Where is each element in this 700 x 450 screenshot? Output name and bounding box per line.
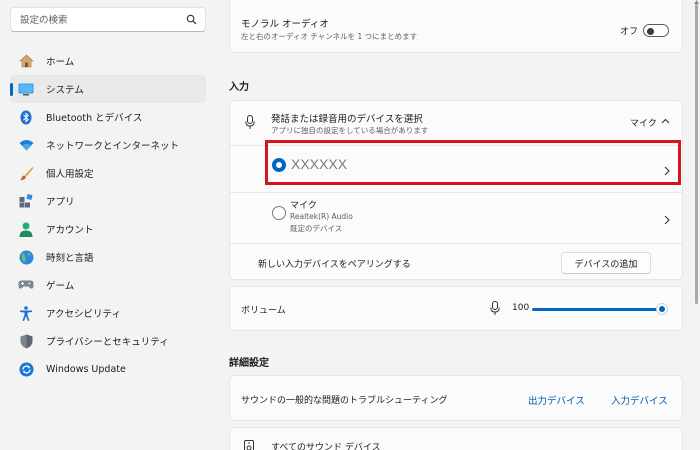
sidebar-item-privacy[interactable]: プライバシーとセキュリティ bbox=[10, 327, 206, 355]
volume-slider-track bbox=[532, 308, 662, 311]
mono-audio-description: 左と右のオーディオ チャンネルを 1 つにまとめます bbox=[241, 32, 418, 41]
pair-device-label: 新しい入力デバイスをペアリングする bbox=[258, 260, 411, 270]
all-sound-devices-card[interactable]: すべてのサウンド デバイス bbox=[229, 427, 683, 450]
sidebar-item-network[interactable]: ネットワークとインターネット bbox=[10, 131, 206, 159]
sidebar-item-label: Windows Update bbox=[46, 363, 126, 375]
sidebar-item-accessibility[interactable]: アクセシビリティ bbox=[10, 299, 206, 327]
troubleshoot-card: サウンドの一般的な問題のトラブルシューティング 出力デバイス 入力デバイス bbox=[229, 375, 683, 421]
device-radio[interactable] bbox=[272, 206, 286, 220]
bluetooth-icon bbox=[18, 109, 34, 125]
speaker-icon bbox=[244, 440, 254, 450]
search-icon[interactable] bbox=[186, 14, 197, 25]
input-device-card: 発話または録音用のデバイスを選択 アプリに独自の設定をしている場合があります マ… bbox=[229, 100, 683, 280]
chevron-up-icon[interactable] bbox=[661, 118, 670, 124]
active-indicator bbox=[10, 83, 13, 96]
home-icon bbox=[18, 53, 34, 69]
select-device-title: 発話または録音用のデバイスを選択 bbox=[271, 114, 423, 125]
sidebar-item-accounts[interactable]: アカウント bbox=[10, 215, 206, 243]
sidebar-item-label: ゲーム bbox=[46, 281, 75, 292]
search-box[interactable] bbox=[10, 7, 206, 32]
input-section-heading: 入力 bbox=[229, 82, 249, 93]
search-input[interactable] bbox=[11, 9, 176, 32]
add-device-button[interactable]: デバイスの追加 bbox=[561, 252, 651, 274]
sidebar-item-windows-update[interactable]: Windows Update bbox=[10, 355, 206, 383]
sidebar-item-apps[interactable]: アプリ bbox=[10, 187, 206, 215]
sidebar-item-bluetooth[interactable]: Bluetooth とデバイス bbox=[10, 103, 206, 131]
device-name: マイク bbox=[290, 201, 317, 211]
brush-icon bbox=[18, 165, 34, 181]
sidebar-item-label: 時刻と言語 bbox=[46, 253, 94, 264]
chevron-right-icon[interactable] bbox=[663, 215, 671, 225]
scrollbar-thumb[interactable] bbox=[695, 4, 698, 304]
gamepad-icon bbox=[18, 277, 34, 293]
globe-icon bbox=[18, 249, 34, 265]
sidebar-item-label: アクセシビリティ bbox=[46, 309, 121, 320]
select-device-row[interactable]: 発話または録音用のデバイスを選択 アプリに独自の設定をしている場合があります マ… bbox=[230, 101, 682, 145]
select-device-value: マイク bbox=[630, 119, 657, 129]
device-detail: Realtek(R) Audio bbox=[290, 212, 353, 221]
all-sound-devices-label: すべてのサウンド デバイス bbox=[271, 443, 381, 450]
volume-slider-thumb[interactable] bbox=[656, 303, 668, 315]
apps-icon bbox=[18, 193, 34, 209]
sidebar-item-label: システム bbox=[46, 85, 84, 96]
advanced-section-heading: 詳細設定 bbox=[229, 358, 269, 369]
sidebar-item-personalization[interactable]: 個人用設定 bbox=[10, 159, 206, 187]
mono-audio-card: モノラル オーディオ 左と右のオーディオ チャンネルを 1 つにまとめます オフ bbox=[229, 0, 683, 53]
output-device-link[interactable]: 出力デバイス bbox=[528, 393, 585, 407]
sidebar-item-label: 個人用設定 bbox=[46, 169, 94, 180]
system-icon bbox=[18, 81, 34, 97]
accessibility-icon bbox=[18, 305, 34, 321]
volume-slider[interactable] bbox=[532, 301, 670, 317]
sidebar-item-label: プライバシーとセキュリティ bbox=[46, 337, 169, 348]
pair-device-row: 新しい入力デバイスをペアリングする デバイスの追加 bbox=[230, 244, 682, 280]
sidebar-item-label: ネットワークとインターネット bbox=[46, 141, 180, 152]
device-option-mic[interactable]: マイク Realtek(R) Audio 既定のデバイス bbox=[230, 193, 682, 243]
mono-audio-state: オフ bbox=[620, 27, 639, 37]
sidebar-item-time-language[interactable]: 時刻と言語 bbox=[10, 243, 206, 271]
volume-value: 100 bbox=[512, 303, 530, 313]
input-device-link[interactable]: 入力デバイス bbox=[611, 393, 668, 407]
update-icon bbox=[18, 361, 34, 377]
sidebar-item-label: アプリ bbox=[46, 197, 75, 208]
sidebar-item-label: ホーム bbox=[46, 57, 75, 68]
mono-audio-toggle[interactable] bbox=[643, 24, 669, 37]
sidebar-item-gaming[interactable]: ゲーム bbox=[10, 271, 206, 299]
microphone-icon bbox=[490, 301, 500, 315]
volume-label: ボリューム bbox=[241, 306, 286, 316]
mono-audio-title: モノラル オーディオ bbox=[241, 19, 329, 30]
volume-card: ボリューム 100 bbox=[229, 286, 683, 331]
sidebar-item-label: Bluetooth とデバイス bbox=[46, 113, 143, 124]
wifi-icon bbox=[18, 137, 34, 153]
troubleshoot-label: サウンドの一般的な問題のトラブルシューティング bbox=[241, 396, 448, 406]
sidebar-item-label: アカウント bbox=[46, 225, 94, 236]
sidebar-item-system[interactable]: システム bbox=[10, 75, 206, 103]
device-status: 既定のデバイス bbox=[290, 224, 343, 233]
account-icon bbox=[18, 221, 34, 237]
sidebar-item-home[interactable]: ホーム bbox=[10, 47, 206, 75]
nav-list: ホーム システム Bluetooth とデバイス ネットワークとインターネット bbox=[10, 47, 206, 383]
highlight-box bbox=[265, 140, 681, 185]
sidebar: ホーム システム Bluetooth とデバイス ネットワークとインターネット bbox=[0, 0, 222, 450]
select-device-description: アプリに独自の設定をしている場合があります bbox=[271, 126, 429, 135]
microphone-icon bbox=[245, 115, 255, 129]
shield-icon bbox=[18, 333, 34, 349]
toggle-knob bbox=[647, 27, 654, 35]
